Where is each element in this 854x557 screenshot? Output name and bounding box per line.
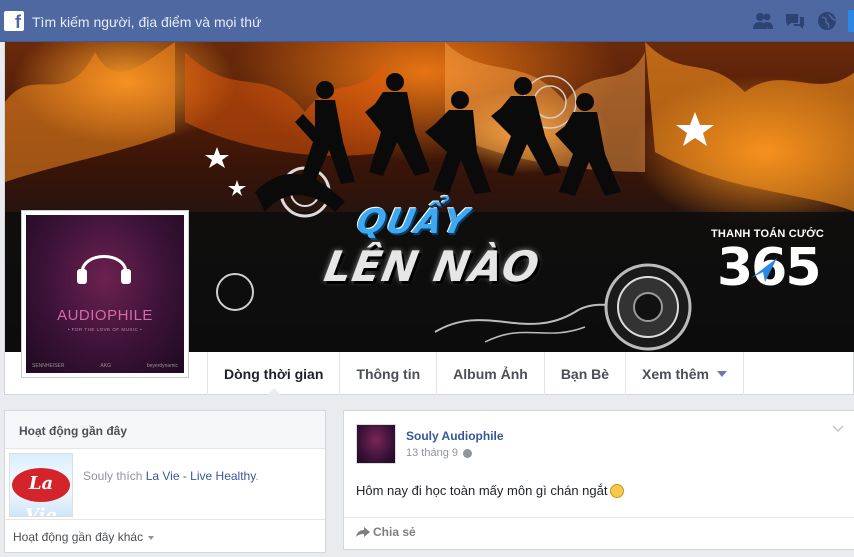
tab-label: Album Ảnh <box>453 365 528 382</box>
footer-brand-right: beyerdynamic <box>146 363 178 369</box>
tab-label: Thông tin <box>356 365 421 382</box>
tab-label: Bạn Bè <box>560 365 610 382</box>
top-nav-icons <box>752 10 854 32</box>
more-activity-label: Hoạt động gần đây khác <box>13 530 144 544</box>
facebook-logo-icon[interactable]: f <box>4 11 24 32</box>
more-activity-link[interactable]: Hoạt động gần đây khác <box>5 519 325 544</box>
activity-page-link[interactable]: La Vie - Live Healthy <box>146 469 256 483</box>
tab-more[interactable]: Xem thêm <box>625 352 744 395</box>
messages-icon[interactable] <box>784 11 806 31</box>
page-thumbnail[interactable]: La Vie <box>9 453 73 517</box>
tab-photos[interactable]: Album Ảnh <box>436 352 544 395</box>
profile-brand-footer: SENNHEISER AKG beyerdynamic <box>32 363 178 369</box>
profile-header: QUẨY LÊN NÀO THANH TOÁN CƯỚC 365 AUDIOPH… <box>4 42 854 396</box>
audience-globe-icon[interactable] <box>463 448 472 458</box>
brand-arrow-icon <box>751 258 777 282</box>
timeline-post: Souly Audiophile 13 tháng 9 Hôm nay đi h… <box>343 410 854 550</box>
tab-about[interactable]: Thông tin <box>339 352 436 395</box>
search-input[interactable] <box>26 11 546 33</box>
recent-activity-card: Hoạt động gần đây La Vie Souly thích La … <box>4 410 326 553</box>
profile-brand-subtitle: • FOR THE LOVE OF MUSIC • <box>67 327 143 332</box>
post-author-avatar[interactable] <box>356 424 396 464</box>
post-text-body: Hôm nay đi học toàn mấy môn gì chán ngắt <box>356 483 608 498</box>
post-divider <box>344 517 854 518</box>
account-edge[interactable] <box>848 10 854 32</box>
tab-timeline[interactable]: Dòng thời gian <box>207 352 339 396</box>
activity-text: Souly thích La Vie - Live Healthy. <box>83 469 259 483</box>
post-date[interactable]: 13 tháng 9 <box>406 447 458 459</box>
tab-label: Dòng thời gian <box>224 365 324 382</box>
tab-friends[interactable]: Bạn Bè <box>543 352 625 395</box>
footer-brand-mid: AKG <box>100 363 111 369</box>
cover-headline-top: QUẨY <box>352 202 473 242</box>
activity-item: La Vie Souly thích La Vie - Live Healthy… <box>9 453 319 517</box>
chevron-down-icon <box>148 535 155 540</box>
recent-activity-header: Hoạt động gần đây <box>5 411 325 449</box>
frown-emoji-icon <box>610 483 625 498</box>
share-label: Chia sẻ <box>373 525 416 539</box>
footer-brand-left: SENNHEISER <box>32 363 65 369</box>
top-navigation-bar: f <box>0 0 854 42</box>
share-button[interactable]: Chia sẻ <box>356 525 416 539</box>
profile-picture-image: AUDIOPHILE • FOR THE LOVE OF MUSIC • SEN… <box>26 215 184 373</box>
share-arrow-icon <box>356 527 370 537</box>
speaker-graphic <box>604 263 692 351</box>
profile-tabs: Dòng thời gian Thông tin Album Ảnh Bạn B… <box>207 352 744 396</box>
chevron-down-icon <box>716 370 727 377</box>
profile-picture[interactable]: AUDIOPHILE • FOR THE LOVE OF MUSIC • SEN… <box>21 210 189 378</box>
headphones-icon <box>77 255 131 284</box>
post-text: Hôm nay đi học toàn mấy môn gì chán ngắt <box>356 483 625 499</box>
activity-suffix: . <box>255 469 259 483</box>
tab-label: Xem thêm <box>642 365 709 382</box>
activity-actor: Souly thích <box>83 469 146 483</box>
post-options-chevron-icon[interactable] <box>832 425 844 433</box>
friend-requests-icon[interactable] <box>752 11 774 31</box>
notifications-globe-icon[interactable] <box>816 11 838 31</box>
post-author-name[interactable]: Souly Audiophile <box>406 429 504 443</box>
cover-headline-bottom: LÊN NÀO <box>320 242 544 291</box>
lavie-logo: La Vie <box>12 468 70 516</box>
profile-brand-title: AUDIOPHILE <box>57 307 153 324</box>
post-meta: 13 tháng 9 <box>406 447 472 459</box>
